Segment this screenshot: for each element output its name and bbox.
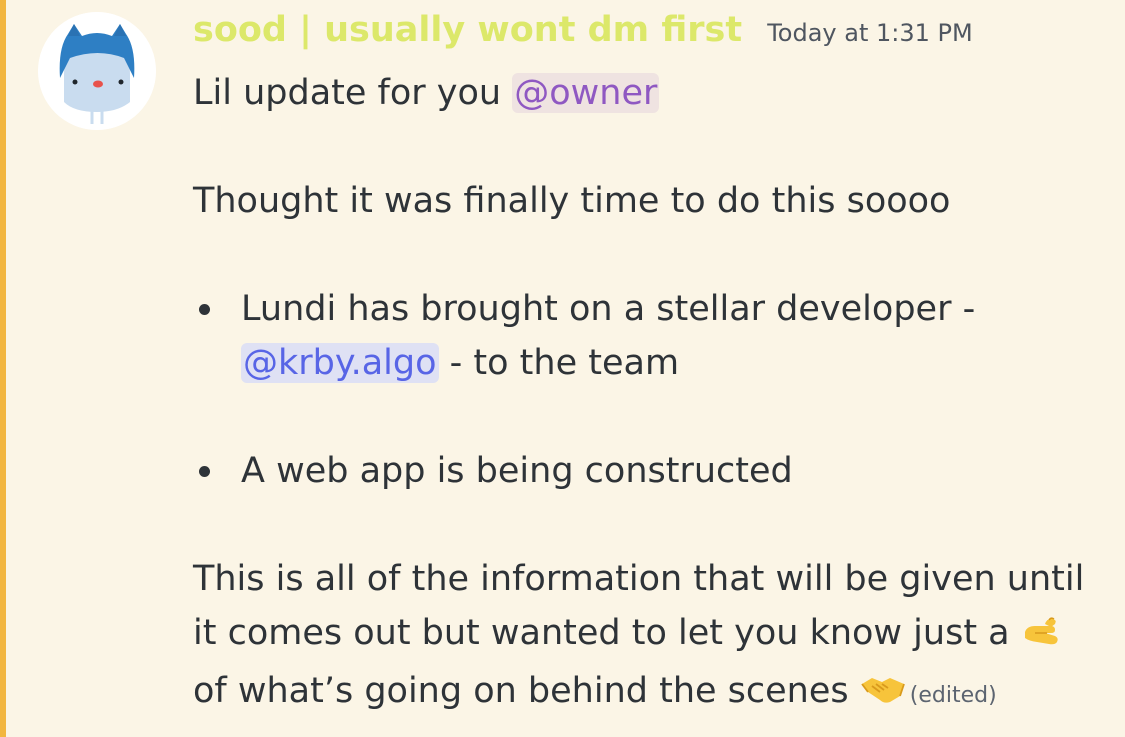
message-content: Lil update for you @owner Thought it was… bbox=[193, 66, 1103, 723]
edited-label: (edited) bbox=[909, 683, 997, 708]
avatar[interactable] bbox=[38, 12, 156, 130]
bullet-text: A web app is being constructed bbox=[241, 451, 793, 491]
message-text: This is all of the information that will… bbox=[193, 559, 1085, 653]
ghost-avatar-icon bbox=[38, 12, 156, 130]
user-mention[interactable]: @krby.algo bbox=[241, 343, 439, 383]
message-header: sood | usually wont dm first Today at 1:… bbox=[193, 10, 973, 50]
username[interactable]: sood | usually wont dm first bbox=[193, 10, 742, 50]
bullet-dot-icon bbox=[199, 304, 210, 315]
pinching-hand-icon bbox=[1021, 610, 1063, 664]
highlight-bar bbox=[0, 0, 6, 737]
bullet-text: Lundi has brought on a stellar developer… bbox=[241, 289, 976, 329]
bullet-list: Lundi has brought on a stellar developer… bbox=[193, 282, 1103, 498]
role-mention[interactable]: @owner bbox=[512, 73, 660, 113]
handshake-icon bbox=[860, 668, 906, 722]
bullet-dot-icon bbox=[199, 466, 210, 477]
list-item: Lundi has brought on a stellar developer… bbox=[193, 282, 1103, 390]
message-text: Lil update for you bbox=[193, 73, 513, 113]
message-closing: This is all of the information that will… bbox=[193, 552, 1103, 723]
message-line-2: Thought it was finally time to do this s… bbox=[193, 181, 951, 221]
timestamp: Today at 1:31 PM bbox=[767, 19, 973, 47]
message-line-1: Lil update for you @owner bbox=[193, 66, 1103, 120]
list-item: A web app is being constructed bbox=[193, 444, 1103, 498]
bullet-text: - to the team bbox=[438, 343, 680, 383]
message-text: of what’s going on behind the scenes bbox=[193, 671, 860, 711]
